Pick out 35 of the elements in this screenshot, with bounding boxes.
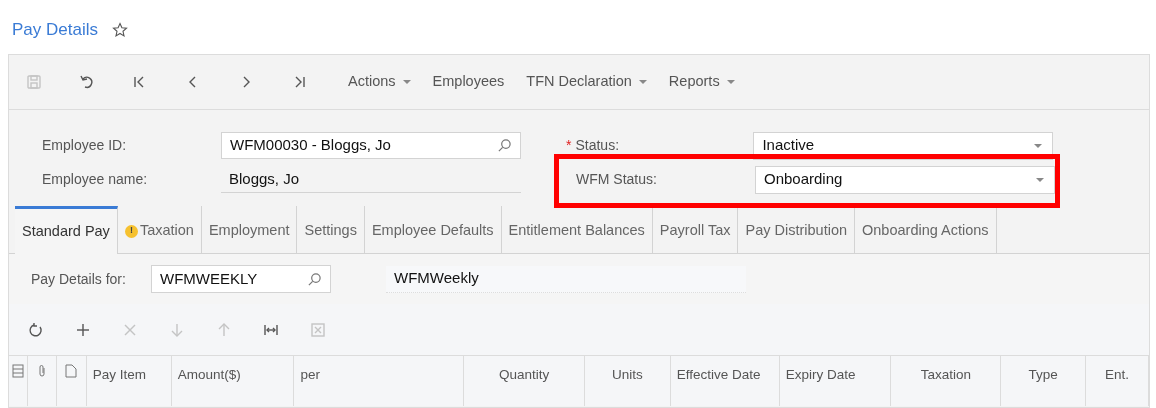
column-header[interactable]: Ent. (1105, 367, 1130, 382)
toolbar-menu[interactable]: Actions (337, 67, 422, 97)
page-title: Pay Details (12, 19, 98, 42)
search-icon (497, 138, 512, 153)
description-value: WFMWeekly (386, 265, 746, 293)
toolbar-menu[interactable]: TFN Declaration (515, 67, 658, 97)
column-header[interactable]: Pay Item (92, 367, 147, 382)
column-header[interactable]: Units (612, 367, 643, 382)
column-header[interactable]: Taxation (920, 367, 971, 382)
field-label: Employee ID: (42, 136, 128, 155)
warning-icon: ! (124, 224, 138, 238)
column-header[interactable]: Quantity (498, 367, 550, 382)
search-icon (307, 271, 322, 287)
toolbar-menu[interactable]: Reports (657, 67, 746, 97)
caret-icon (1034, 143, 1043, 148)
field-label: Employee name: (42, 170, 149, 189)
column-header[interactable]: per (300, 367, 320, 382)
employee-name-value: Bloggs, Jo (221, 166, 521, 193)
field-label: Status: (575, 136, 621, 155)
column-header[interactable]: Effective Date (676, 367, 761, 382)
column-header[interactable]: Amount($) (177, 367, 241, 382)
column-header[interactable]: Type (1028, 367, 1058, 382)
required-mark: * (566, 136, 572, 155)
wfm-status-dropdown[interactable]: Onboarding (755, 165, 1055, 194)
employee-id-field[interactable]: WFM00030 - Bloggs, Jo (221, 132, 521, 159)
files-icon (12, 364, 24, 378)
star-icon[interactable] (112, 22, 128, 38)
caret-icon (1036, 177, 1044, 182)
column-header[interactable]: Expiry Date (785, 367, 856, 382)
toolbar-menu[interactable]: Employees (421, 67, 516, 97)
note-icon (65, 364, 78, 378)
field-label: Pay Details for: (31, 269, 127, 289)
pay-details-field[interactable]: WFMWEEKLY (151, 265, 331, 293)
field-label: WFM Status: (575, 170, 658, 189)
tab[interactable]: Standard Pay (15, 206, 118, 254)
